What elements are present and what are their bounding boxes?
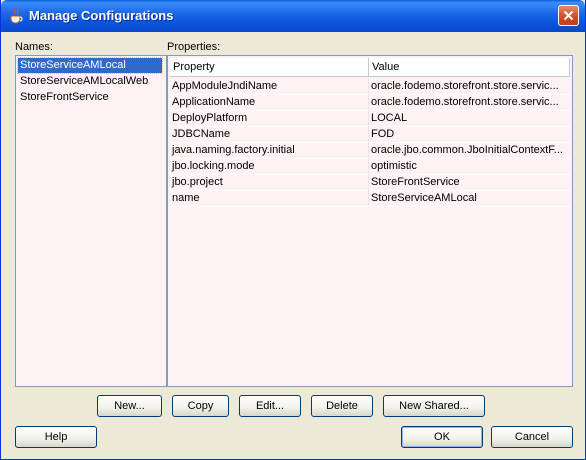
table-row[interactable]: jbo.project StoreFrontService	[170, 174, 570, 191]
table-row[interactable]: java.naming.factory.initial oracle.jbo.c…	[170, 142, 570, 159]
property-cell: jbo.project	[170, 174, 369, 190]
delete-button[interactable]: Delete	[311, 395, 373, 417]
list-item-storefrontservice[interactable]: StoreFrontService	[18, 90, 111, 105]
property-cell: java.naming.factory.initial	[170, 142, 369, 158]
value-cell[interactable]: oracle.jbo.common.JboInitialContextF...	[369, 142, 570, 158]
property-cell: DeployPlatform	[170, 110, 369, 126]
table-row[interactable]: AppModuleJndiName oracle.fodemo.storefro…	[170, 78, 570, 95]
list-item-storeserviceamlocalweb[interactable]: StoreServiceAMLocalWeb	[18, 74, 150, 89]
table-row[interactable]: DeployPlatform LOCAL	[170, 110, 570, 127]
value-cell[interactable]: StoreFrontService	[369, 174, 570, 190]
new-shared-button[interactable]: New Shared...	[383, 395, 485, 417]
property-cell: AppModuleJndiName	[170, 78, 369, 94]
manage-configurations-dialog: Manage Configurations Names: Properties:…	[0, 0, 586, 460]
value-cell[interactable]: FOD	[369, 126, 570, 142]
property-cell: jbo.locking.mode	[170, 158, 369, 174]
list-item-storeserviceamlocal[interactable]: StoreServiceAMLocal	[17, 57, 163, 74]
ok-button[interactable]: OK	[401, 426, 483, 448]
value-cell[interactable]: oracle.fodemo.storefront.store.servic...	[369, 78, 570, 94]
table-row[interactable]: ApplicationName oracle.fodemo.storefront…	[170, 94, 570, 111]
table-row[interactable]: name StoreServiceAMLocal	[170, 190, 570, 207]
java-cup-icon	[10, 8, 23, 24]
new-button[interactable]: New...	[97, 395, 162, 417]
help-button[interactable]: Help	[15, 426, 97, 448]
value-cell[interactable]: oracle.fodemo.storefront.store.servic...	[369, 94, 570, 110]
close-icon	[563, 10, 574, 21]
property-cell: ApplicationName	[170, 94, 369, 110]
column-header-value[interactable]: Value	[369, 58, 570, 77]
property-cell: JDBCName	[170, 126, 369, 142]
title-bar[interactable]: Manage Configurations	[1, 0, 585, 32]
property-cell: name	[170, 190, 369, 206]
properties-label: Properties:	[167, 41, 221, 53]
close-button[interactable]	[558, 5, 579, 26]
properties-table: Property Value AppModuleJndiName oracle.…	[167, 55, 573, 387]
names-list[interactable]: StoreServiceAMLocal StoreServiceAMLocalW…	[15, 55, 167, 387]
value-cell[interactable]: StoreServiceAMLocal	[369, 190, 570, 206]
column-header-property[interactable]: Property	[170, 58, 369, 77]
names-label: Names:	[15, 41, 53, 53]
cancel-button[interactable]: Cancel	[491, 426, 573, 448]
dialog-title: Manage Configurations	[29, 8, 174, 23]
table-row[interactable]: jbo.locking.mode optimistic	[170, 158, 570, 175]
table-row[interactable]: JDBCName FOD	[170, 126, 570, 143]
value-cell[interactable]: optimistic	[369, 158, 570, 174]
copy-button[interactable]: Copy	[172, 395, 229, 417]
value-cell[interactable]: LOCAL	[369, 110, 570, 126]
edit-button[interactable]: Edit...	[239, 395, 301, 417]
